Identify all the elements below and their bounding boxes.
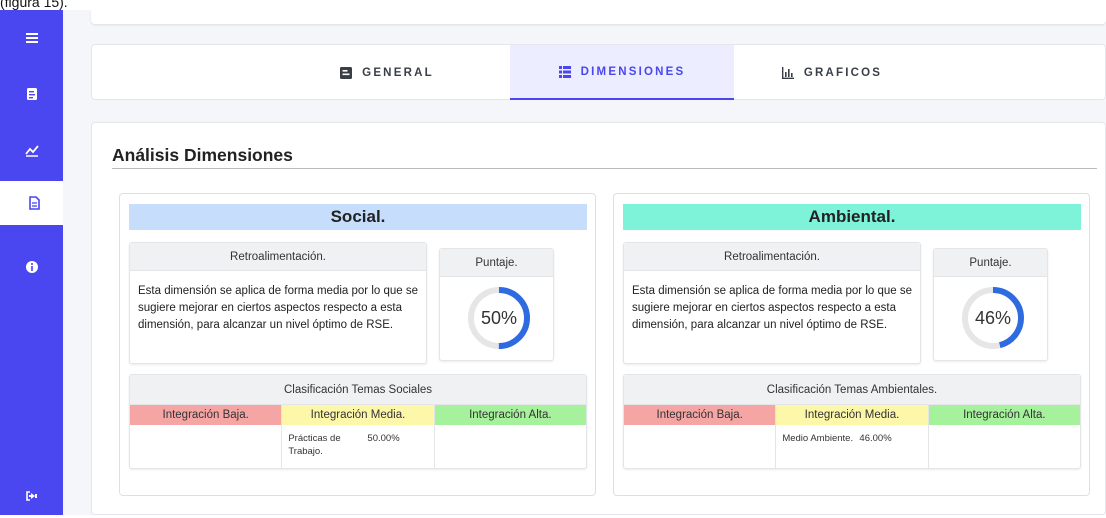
feedback-panel: Retroalimentación. Esta dimensión se apl… <box>129 242 427 364</box>
cell-media: Prácticas de Trabajo. 50.00% <box>282 425 435 468</box>
analysis-panel: Análisis Dimensiones Social. Retroalimen… <box>91 122 1106 515</box>
score-value: 46% <box>974 307 1012 328</box>
feedback-title: Retroalimentación. <box>624 243 920 271</box>
main-content: GENERAL DIMENSIONES GRAFICOS Análisis Di… <box>63 10 1106 515</box>
cell-alta <box>435 425 586 468</box>
dimension-title: Social. <box>129 204 587 230</box>
figure-caption: (figura 15). <box>0 0 68 10</box>
document-icon <box>29 196 40 210</box>
sidebar-logout[interactable] <box>0 474 63 518</box>
feedback-panel: Retroalimentación. Esta dimensión se apl… <box>623 242 921 364</box>
level-cells-row: Prácticas de Trabajo. 50.00% <box>130 425 586 468</box>
tab-dimensiones[interactable]: DIMENSIONES <box>510 45 734 100</box>
topic-percent: 46.00% <box>859 433 892 444</box>
score-value: 50% <box>480 307 518 328</box>
bar-chart-icon <box>781 66 794 79</box>
level-media: Integración Media. <box>282 405 435 425</box>
cell-baja <box>624 425 777 468</box>
tab-general[interactable]: GENERAL <box>317 45 457 100</box>
tab-general-label: GENERAL <box>362 66 434 79</box>
dimension-title: Ambiental. <box>623 204 1081 230</box>
tab-dimensiones-label: DIMENSIONES <box>580 65 686 78</box>
score-panel: Puntaje. 46% <box>933 248 1048 361</box>
tab-graficos-label: GRAFICOS <box>803 66 883 79</box>
chart-line-icon <box>24 145 39 157</box>
topic-percent: 50.00% <box>367 433 400 444</box>
level-header-row: Integración Baja. Integración Media. Int… <box>624 405 1080 425</box>
score-panel: Puntaje. 50% <box>439 248 554 361</box>
sidebar-item-info[interactable] <box>0 245 63 289</box>
menu-icon <box>25 33 38 43</box>
level-cells-row: Medio Ambiente. 46.00% <box>624 425 1080 468</box>
sidebar <box>0 10 68 518</box>
cell-baja <box>130 425 283 468</box>
divider <box>112 168 1097 169</box>
classification-title: Clasificación Temas Ambientales. <box>624 375 1080 405</box>
level-media: Integración Media. <box>776 405 929 425</box>
sidebar-item-charts[interactable] <box>0 128 63 172</box>
feedback-text: Esta dimensión se aplica de forma media … <box>632 285 912 331</box>
cell-media: Medio Ambiente. 46.00% <box>776 425 929 468</box>
list-box-icon <box>340 66 353 79</box>
feedback-text: Esta dimensión se aplica de forma media … <box>138 285 418 331</box>
level-alta: Integración Alta. <box>434 405 586 425</box>
sidebar-item-dimensions[interactable] <box>0 181 68 225</box>
classification-title: Clasificación Temas Sociales <box>130 375 586 405</box>
tab-graficos[interactable]: GRAFICOS <box>762 45 902 100</box>
sidebar-item-general[interactable] <box>0 72 63 116</box>
level-header-row: Integración Baja. Integración Media. Int… <box>130 405 586 425</box>
info-icon <box>25 261 38 273</box>
score-title: Puntaje. <box>440 249 553 277</box>
sidebar-menu-button[interactable] <box>0 16 63 60</box>
level-baja: Integración Baja. <box>130 405 283 425</box>
classification-table: Clasificación Temas Sociales Integración… <box>129 374 587 469</box>
tab-bar: GENERAL DIMENSIONES GRAFICOS <box>91 44 1106 100</box>
dimension-card-ambiental: Ambiental. Retroalimentación. Esta dimen… <box>613 193 1090 496</box>
analysis-title: Análisis Dimensiones <box>112 145 293 165</box>
level-alta: Integración Alta. <box>928 405 1080 425</box>
feedback-title: Retroalimentación. <box>130 243 426 271</box>
score-title: Puntaje. <box>934 249 1047 277</box>
logout-icon <box>25 491 37 501</box>
topic-name: Prácticas de Trabajo. <box>288 433 341 457</box>
file-icon <box>26 88 37 100</box>
classification-table: Clasificación Temas Ambientales. Integra… <box>623 374 1081 469</box>
list-icon <box>558 65 571 78</box>
dimension-card-social: Social. Retroalimentación. Esta dimensió… <box>119 193 596 496</box>
topic-name: Medio Ambiente. <box>782 433 854 444</box>
top-panel <box>91 10 1106 24</box>
level-baja: Integración Baja. <box>624 405 777 425</box>
cell-alta <box>929 425 1080 468</box>
